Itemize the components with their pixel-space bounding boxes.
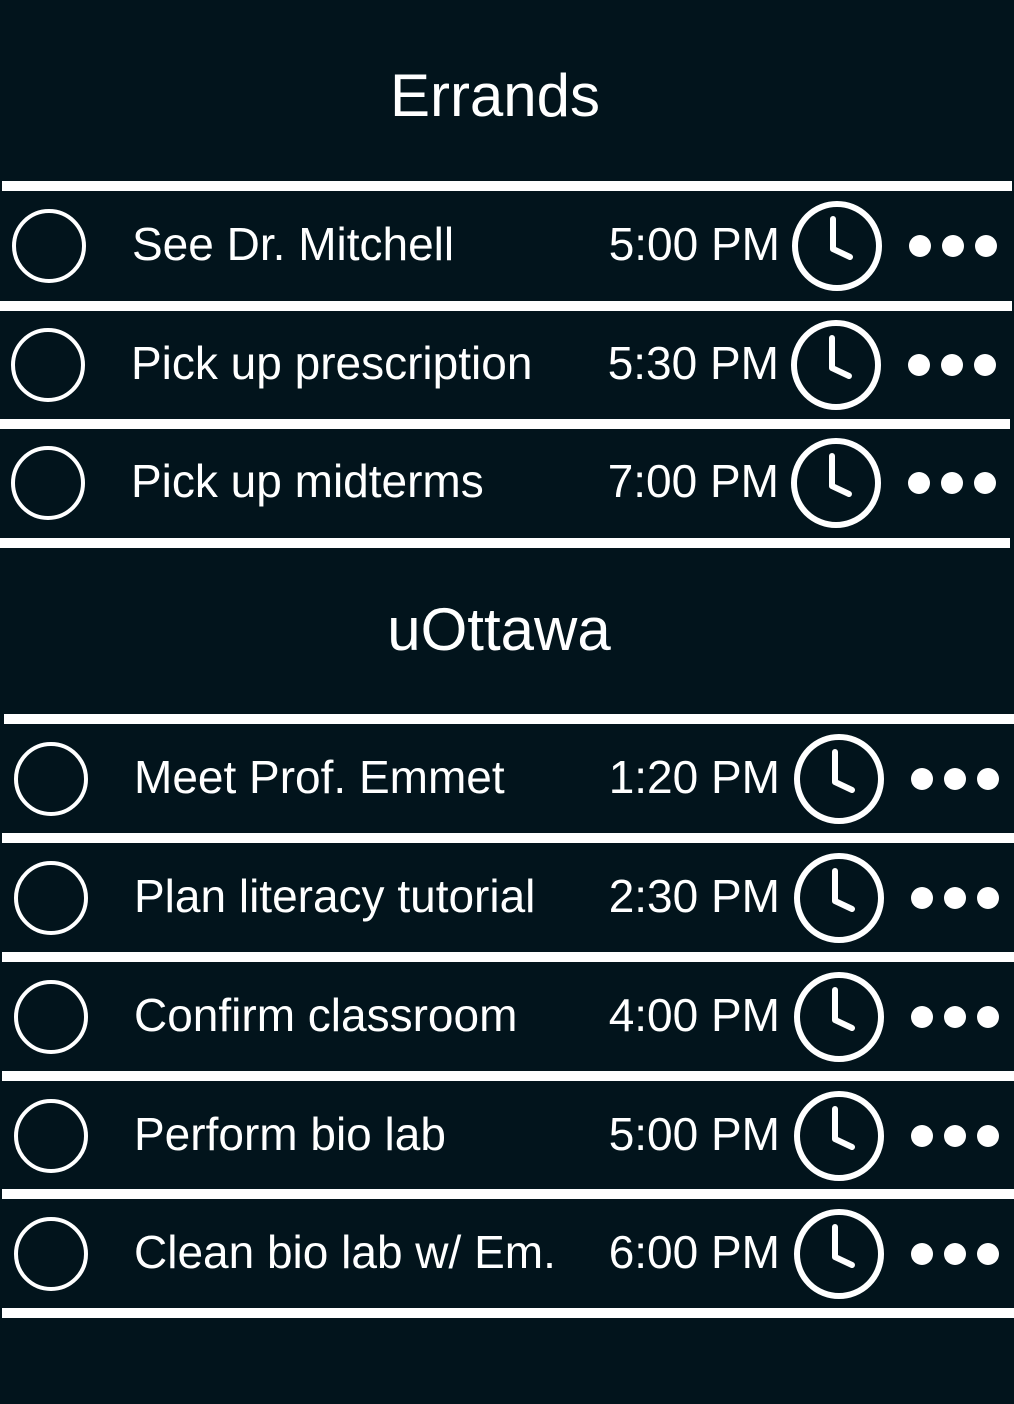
divider xyxy=(4,714,1014,724)
more-options-icon[interactable] xyxy=(908,764,1002,794)
task-row: See Dr. Mitchell 5:00 PM xyxy=(0,191,1014,301)
complete-checkbox-icon[interactable] xyxy=(14,980,88,1054)
clock-icon[interactable] xyxy=(789,436,883,530)
task-row: Meet Prof. Emmet 1:20 PM xyxy=(2,724,1014,834)
more-options-icon[interactable] xyxy=(908,1002,1002,1032)
task-name[interactable]: Meet Prof. Emmet xyxy=(134,752,505,802)
task-name[interactable]: Plan literacy tutorial xyxy=(134,871,535,921)
complete-checkbox-icon[interactable] xyxy=(14,1099,88,1173)
task-time: 2:30 PM xyxy=(608,870,780,922)
task-name[interactable]: Confirm classroom xyxy=(134,990,517,1040)
divider xyxy=(2,181,1012,191)
clock-icon[interactable] xyxy=(792,1089,886,1183)
task-name[interactable]: Pick up prescription xyxy=(131,338,532,388)
task-row: Perform bio lab 5:00 PM xyxy=(2,1081,1014,1191)
task-row: Plan literacy tutorial 2:30 PM xyxy=(2,843,1014,953)
task-time: 4:00 PM xyxy=(608,989,780,1041)
clock-icon[interactable] xyxy=(792,970,886,1064)
task-row: Clean bio lab w/ Em. 6:00 PM xyxy=(2,1199,1014,1309)
task-row: Pick up midterms 7:00 PM xyxy=(0,428,1013,538)
more-options-icon[interactable] xyxy=(905,350,999,380)
section-title-uottawa: uOttawa xyxy=(387,596,611,663)
complete-checkbox-icon[interactable] xyxy=(12,209,86,283)
task-time: 7:00 PM xyxy=(607,455,779,507)
clock-icon[interactable] xyxy=(789,318,883,412)
more-options-icon[interactable] xyxy=(908,1121,1002,1151)
clock-icon[interactable] xyxy=(792,851,886,945)
task-name[interactable]: See Dr. Mitchell xyxy=(132,219,454,269)
divider xyxy=(2,1071,1014,1081)
clock-icon[interactable] xyxy=(790,199,884,293)
divider xyxy=(2,833,1014,843)
task-time: 5:30 PM xyxy=(607,337,779,389)
complete-checkbox-icon[interactable] xyxy=(14,861,88,935)
task-name[interactable]: Pick up midterms xyxy=(131,456,484,506)
clock-icon[interactable] xyxy=(792,732,886,826)
divider xyxy=(2,952,1014,962)
divider xyxy=(2,1308,1014,1318)
task-time: 1:20 PM xyxy=(608,751,780,803)
more-options-icon[interactable] xyxy=(908,1239,1002,1269)
divider xyxy=(0,538,1010,548)
more-options-icon[interactable] xyxy=(906,231,1000,261)
task-time: 6:00 PM xyxy=(608,1226,780,1278)
task-row: Confirm classroom 4:00 PM xyxy=(2,962,1014,1072)
task-time: 5:00 PM xyxy=(608,1108,780,1160)
complete-checkbox-icon[interactable] xyxy=(14,742,88,816)
task-name[interactable]: Clean bio lab w/ Em. xyxy=(134,1227,556,1277)
complete-checkbox-icon[interactable] xyxy=(14,1217,88,1291)
clock-icon[interactable] xyxy=(792,1207,886,1301)
task-row: Pick up prescription 5:30 PM xyxy=(0,310,1013,420)
complete-checkbox-icon[interactable] xyxy=(11,446,85,520)
section-title-errands: Errands xyxy=(389,62,601,129)
task-time: 5:00 PM xyxy=(608,218,780,270)
divider xyxy=(2,1189,1014,1199)
complete-checkbox-icon[interactable] xyxy=(11,328,85,402)
task-name[interactable]: Perform bio lab xyxy=(134,1109,446,1159)
more-options-icon[interactable] xyxy=(908,883,1002,913)
more-options-icon[interactable] xyxy=(905,468,999,498)
